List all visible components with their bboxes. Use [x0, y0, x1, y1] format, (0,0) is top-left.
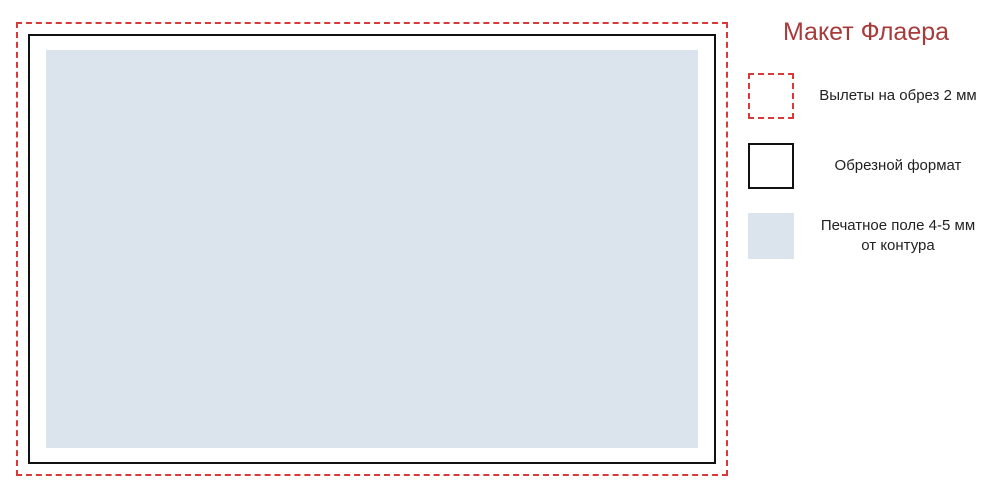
diagram-title: Макет Флаера: [748, 18, 984, 47]
legend-item-safe: Печатное поле 4-5 мм от контура: [748, 213, 984, 259]
legend-label-bleed: Вылеты на обрез 2 мм: [812, 86, 984, 106]
legend-item-bleed: Вылеты на обрез 2 мм: [748, 73, 984, 119]
legend-item-trim: Обрезной формат: [748, 143, 984, 189]
safe-print-area: [46, 50, 698, 448]
bleed-swatch-icon: [748, 73, 794, 119]
legend-panel: Макет Флаера Вылеты на обрез 2 мм Обрезн…: [748, 18, 984, 283]
legend-label-trim: Обрезной формат: [812, 156, 984, 176]
layout-preview: [16, 22, 728, 476]
safe-swatch-icon: [748, 213, 794, 259]
trim-swatch-icon: [748, 143, 794, 189]
legend-label-safe: Печатное поле 4-5 мм от контура: [812, 216, 984, 257]
